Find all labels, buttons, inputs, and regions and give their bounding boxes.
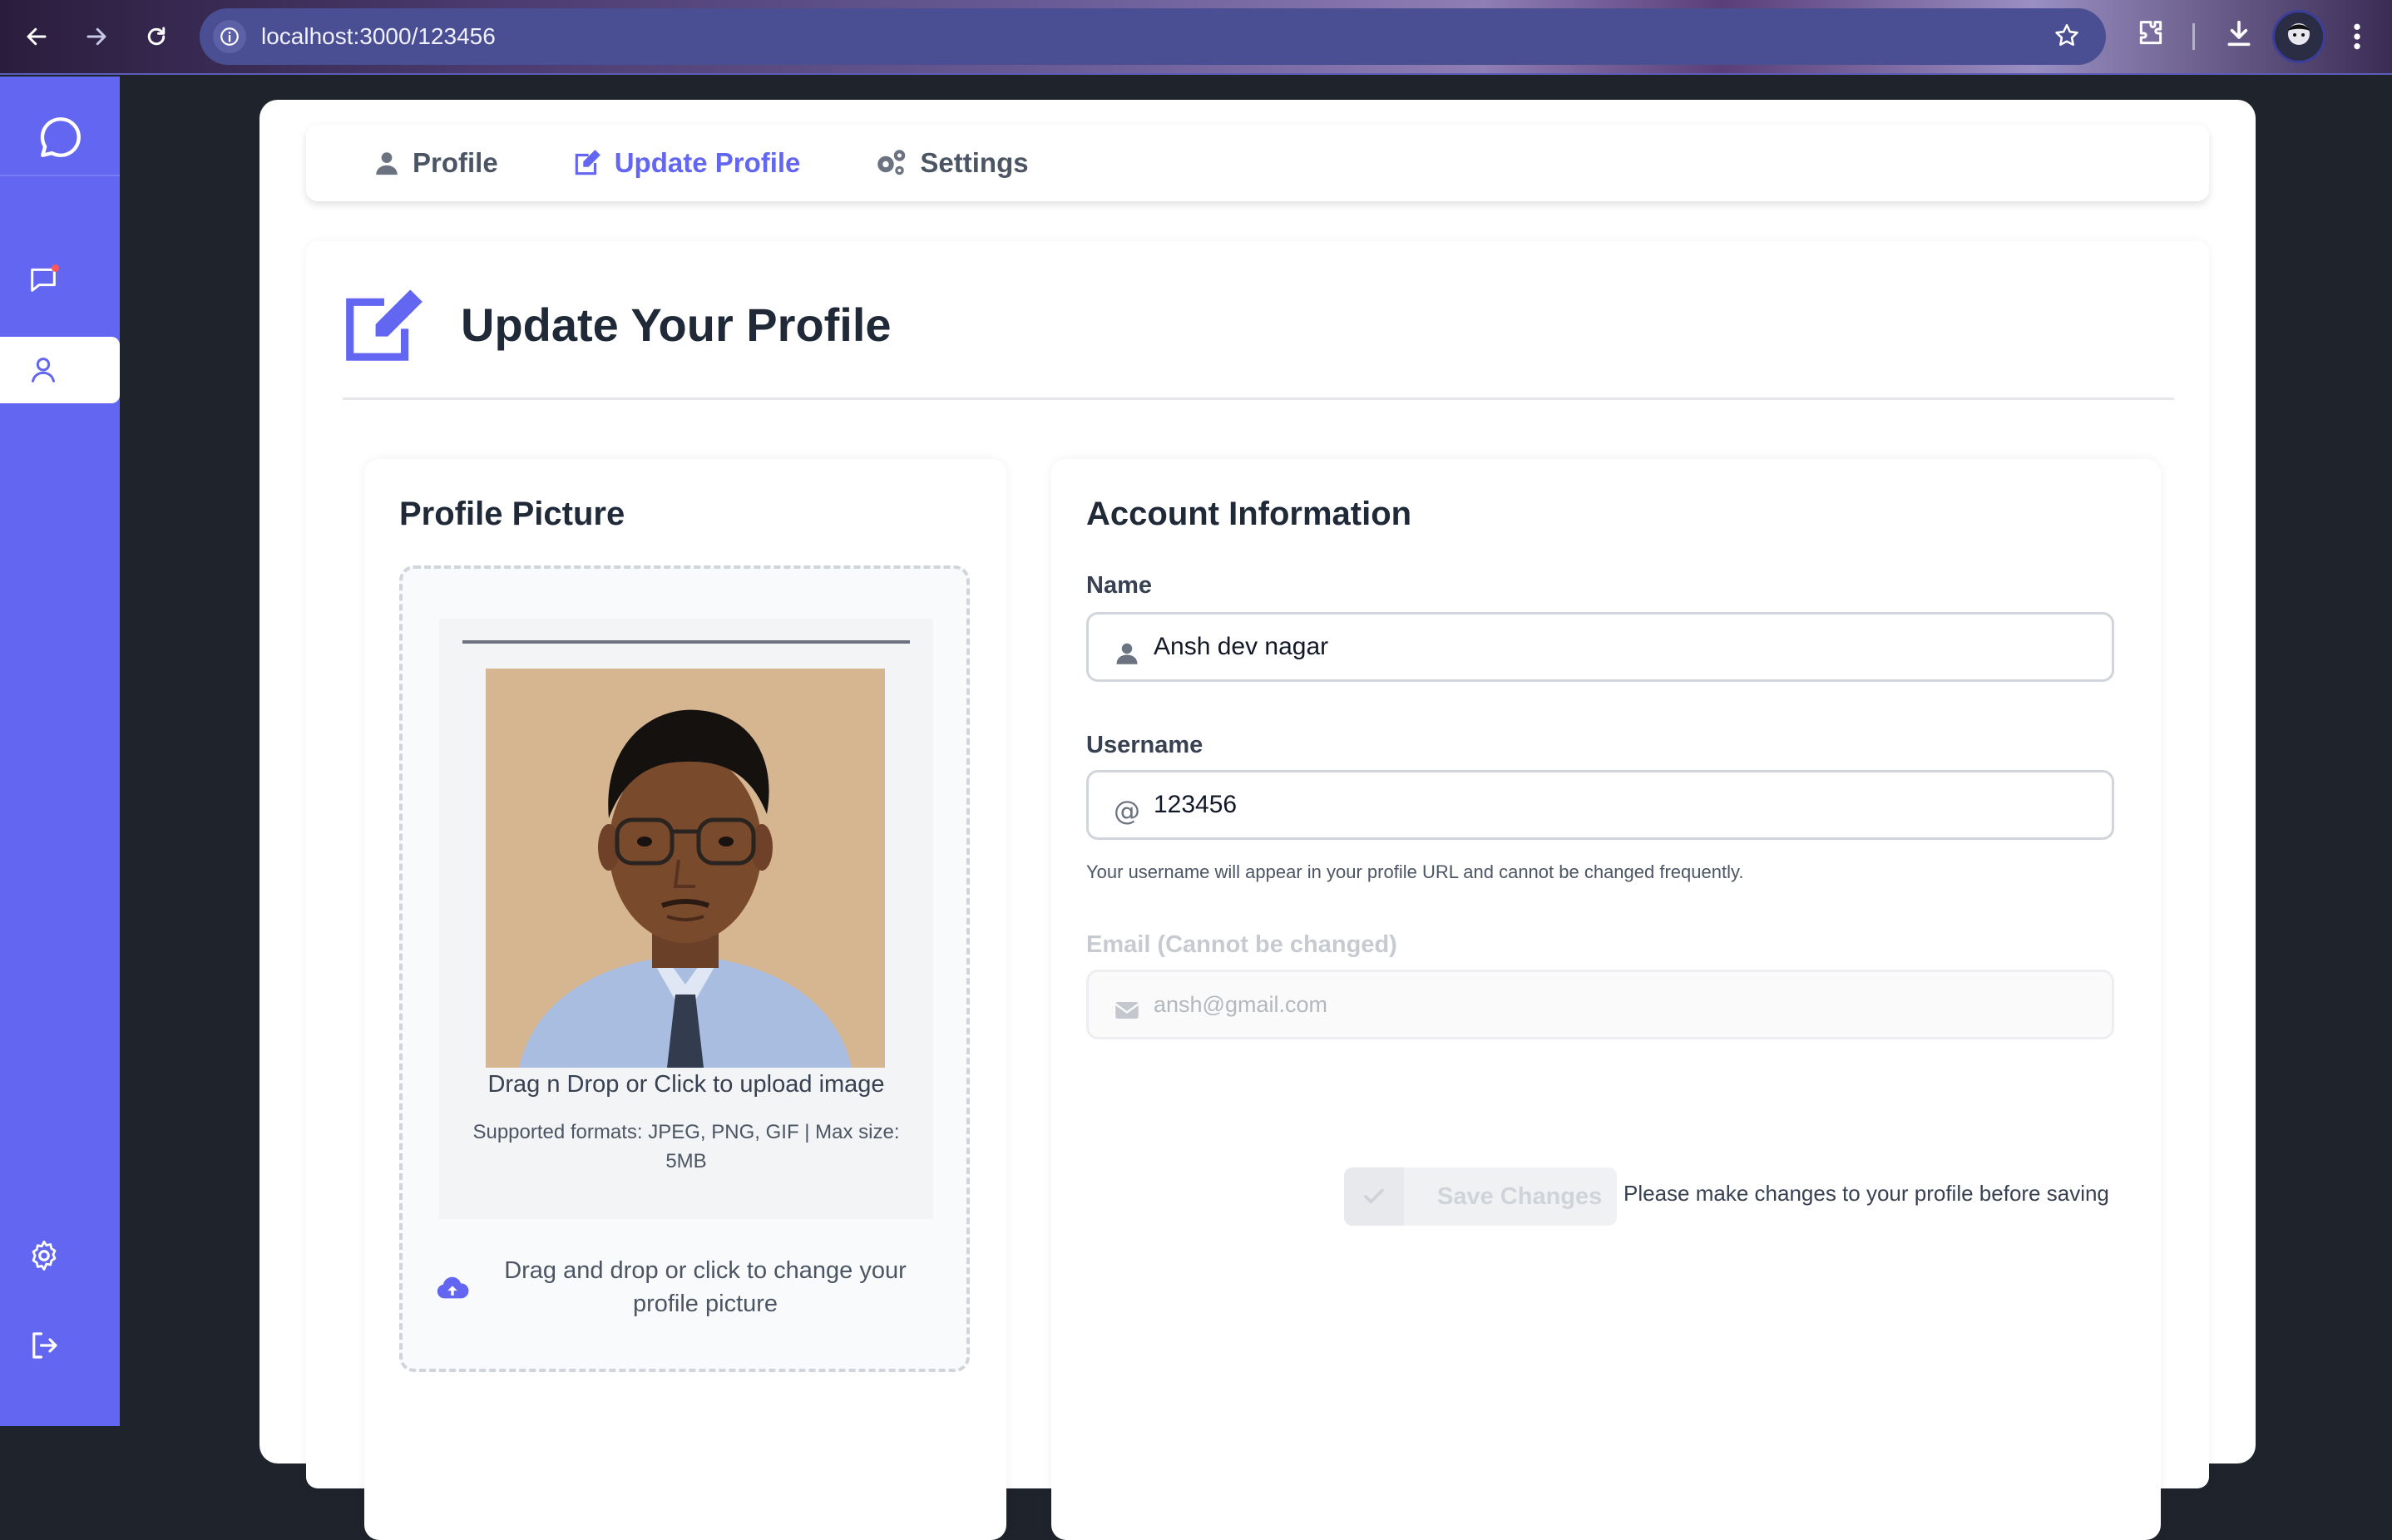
url-text: localhost:3000/123456 — [261, 23, 496, 49]
name-label: Name — [1086, 572, 1152, 599]
reload-button[interactable] — [136, 17, 176, 57]
upload-format-hint: Supported formats: JPEG, PNG, GIF | Max … — [472, 1121, 900, 1172]
main-card: Profile Update Profile Settings Update Y… — [259, 100, 2256, 1540]
tab-profile[interactable]: Profile — [373, 147, 498, 179]
envelope-icon — [1112, 995, 1142, 1025]
user-field-icon — [1112, 638, 1142, 668]
reload-icon — [147, 27, 166, 46]
username-input[interactable] — [1154, 772, 2102, 837]
bookmark-star-icon[interactable] — [2053, 22, 2081, 54]
save-changes-button[interactable]: Save Changes — [1344, 1167, 1617, 1226]
email-label: Email (Cannot be changed) — [1086, 931, 1397, 958]
sidebar-item-profile[interactable] — [0, 337, 120, 403]
check-icon — [1344, 1167, 1404, 1226]
back-button[interactable] — [17, 17, 57, 57]
address-bar[interactable]: localhost:3000/123456 — [200, 8, 2106, 65]
username-label: Username — [1086, 732, 1203, 758]
extensions-puzzle-icon[interactable] — [2134, 17, 2167, 54]
email-input — [1154, 972, 2102, 1037]
download-icon[interactable] — [2222, 17, 2256, 54]
browser-menu-icon[interactable] — [2349, 20, 2365, 57]
change-picture-text: Drag and drop or click to change your pr… — [504, 1257, 907, 1317]
profile-photo — [486, 669, 885, 1068]
profile-picture-dropzone[interactable]: Drag n Drop or Click to upload image Sup… — [399, 565, 970, 1372]
save-button-label: Save Changes — [1437, 1182, 1603, 1210]
arrow-right-icon — [86, 27, 106, 46]
sidebar-item-chats[interactable] — [0, 246, 120, 313]
tab-label: Update Profile — [614, 147, 801, 178]
edit-large-icon — [346, 289, 423, 361]
sidebar-item-settings[interactable] — [0, 1222, 120, 1289]
edit-icon — [575, 150, 600, 175]
email-field — [1086, 970, 2114, 1039]
upload-progress-line — [462, 640, 910, 644]
user-icon — [32, 358, 55, 383]
toolbar-divider — [2192, 23, 2195, 50]
panel-title: Account Information — [1086, 496, 1412, 532]
logout-icon — [32, 1332, 57, 1359]
tab-label: Profile — [413, 147, 498, 178]
browser-toolbar: localhost:3000/123456 — [0, 0, 2392, 75]
sidebar-separator — [0, 175, 120, 176]
site-info-icon[interactable] — [213, 20, 246, 53]
sidebar-item-logout[interactable] — [0, 1312, 120, 1379]
name-input[interactable] — [1154, 615, 2102, 679]
page-header: Update Your Profile — [343, 288, 892, 361]
page-title: Update Your Profile — [461, 298, 892, 351]
notification-dot — [52, 264, 59, 272]
upload-label: Drag n Drop or Click to upload image — [487, 1071, 885, 1098]
image-upload-area[interactable]: Drag n Drop or Click to upload image Sup… — [439, 619, 933, 1219]
app-sidebar — [0, 77, 120, 1426]
tab-settings[interactable]: Settings — [873, 147, 1029, 179]
user-solid-icon — [376, 152, 398, 175]
cloud-upload-icon — [437, 1276, 469, 1299]
gears-icon — [877, 150, 906, 175]
profile-tabs: Profile Update Profile Settings — [306, 125, 2209, 201]
header-divider — [343, 397, 2174, 400]
name-field[interactable] — [1086, 612, 2114, 682]
tab-update-profile[interactable]: Update Profile — [571, 147, 801, 179]
forward-button[interactable] — [77, 17, 116, 57]
save-hint-text: Please make changes to your profile befo… — [1623, 1181, 2109, 1206]
update-profile-card: Update Your Profile Profile Picture Drag… — [306, 241, 2209, 1540]
username-field[interactable]: @ — [1086, 770, 2114, 840]
tab-label: Settings — [920, 147, 1029, 178]
at-sign-icon: @ — [1114, 795, 1140, 827]
username-help-text: Your username will appear in your profil… — [1086, 861, 1744, 882]
arrow-left-icon — [27, 27, 47, 46]
chat-logo-icon[interactable] — [37, 113, 85, 165]
account-information-panel: Account Information Name Username @ Your… — [1051, 459, 2161, 1540]
change-picture-row[interactable]: Drag and drop or click to change your pr… — [436, 1254, 935, 1320]
browser-profile-avatar[interactable] — [2272, 10, 2325, 63]
gear-icon — [32, 1240, 57, 1271]
profile-picture-panel: Profile Picture Drag n Drop or Click to … — [364, 459, 1006, 1540]
panel-title: Profile Picture — [399, 496, 625, 532]
